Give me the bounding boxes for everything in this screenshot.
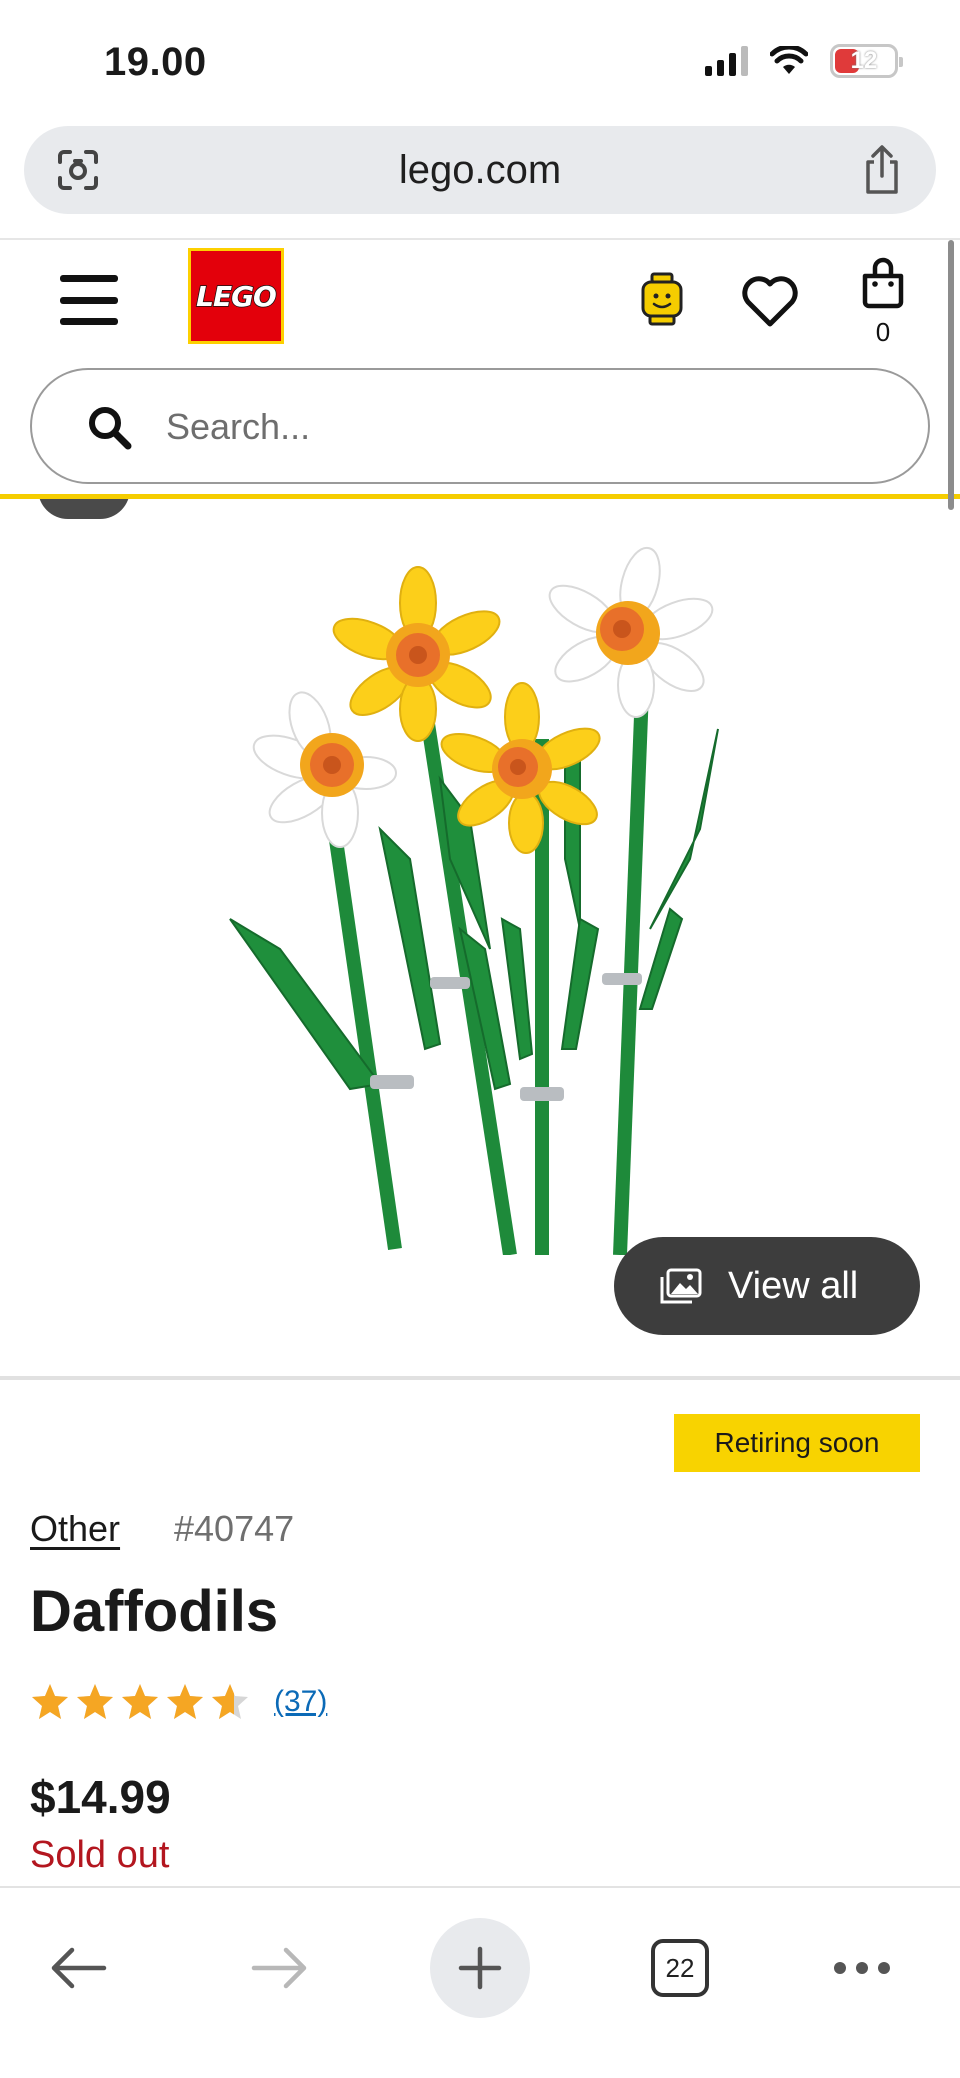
- search-input[interactable]: [166, 392, 866, 462]
- back-button[interactable]: [28, 1918, 128, 2018]
- vip-icon[interactable]: [640, 272, 684, 326]
- more-button[interactable]: [812, 1918, 912, 2018]
- gallery-icon: [660, 1268, 702, 1304]
- status-bar: 19.00 12: [0, 0, 960, 120]
- review-count-link[interactable]: (37): [274, 1685, 327, 1719]
- heart-icon[interactable]: [740, 274, 800, 328]
- item-number: #40747: [174, 1508, 295, 1549]
- view-all-button[interactable]: View all: [614, 1237, 920, 1335]
- stock-status: Sold out: [30, 1834, 170, 1876]
- logo-text: LEGO: [195, 279, 277, 314]
- bag-count: 0: [875, 317, 891, 347]
- gallery-tab[interactable]: [38, 499, 130, 519]
- status-icons: 12: [705, 44, 903, 78]
- rating-stars: [30, 1682, 250, 1722]
- more-icon: [834, 1962, 890, 1974]
- share-icon[interactable]: [858, 144, 906, 196]
- product-image[interactable]: [220, 529, 740, 1255]
- theme-link[interactable]: Other: [30, 1508, 120, 1550]
- bag-button[interactable]: 0: [858, 256, 908, 348]
- star-icon: [77, 1684, 113, 1719]
- browser-toolbar: 22: [0, 1886, 960, 2078]
- address-bar[interactable]: lego.com: [24, 126, 936, 214]
- menu-icon[interactable]: [60, 272, 118, 328]
- battery-level: 12: [850, 47, 878, 74]
- tab-count: 22: [665, 1952, 695, 1983]
- star-icon: [212, 1684, 248, 1719]
- back-icon: [51, 1947, 107, 1989]
- url-text[interactable]: lego.com: [24, 148, 936, 193]
- tabs-icon: 22: [651, 1939, 709, 1997]
- product-gallery[interactable]: View all: [0, 499, 960, 1375]
- search-icon: [89, 407, 132, 450]
- wifi-icon: [770, 46, 808, 74]
- product-title: Daffodils: [30, 1579, 279, 1644]
- price: $14.99: [30, 1771, 171, 1823]
- new-tab-icon: [458, 1946, 502, 1990]
- status-time: 19.00: [104, 40, 207, 84]
- new-tab-button[interactable]: [430, 1918, 530, 2018]
- signal-icon: [705, 46, 748, 76]
- tabs-button[interactable]: 22: [630, 1918, 730, 2018]
- view-all-label: View all: [728, 1264, 859, 1307]
- forward-icon: [251, 1947, 307, 1989]
- star-icon: [167, 1684, 203, 1719]
- rating[interactable]: (37): [30, 1682, 327, 1722]
- gallery-divider: [0, 1376, 960, 1380]
- site-header: LEGO 0: [0, 240, 960, 496]
- retiring-badge: Retiring soon: [674, 1414, 920, 1472]
- star-icon: [32, 1684, 68, 1719]
- forward-button[interactable]: [230, 1918, 330, 2018]
- star-icon: [122, 1684, 158, 1719]
- scrollbar[interactable]: [948, 240, 954, 510]
- bag-icon: [862, 257, 904, 309]
- search-box[interactable]: [30, 368, 930, 484]
- lego-logo[interactable]: LEGO: [188, 248, 284, 344]
- battery-icon: 12: [830, 44, 903, 78]
